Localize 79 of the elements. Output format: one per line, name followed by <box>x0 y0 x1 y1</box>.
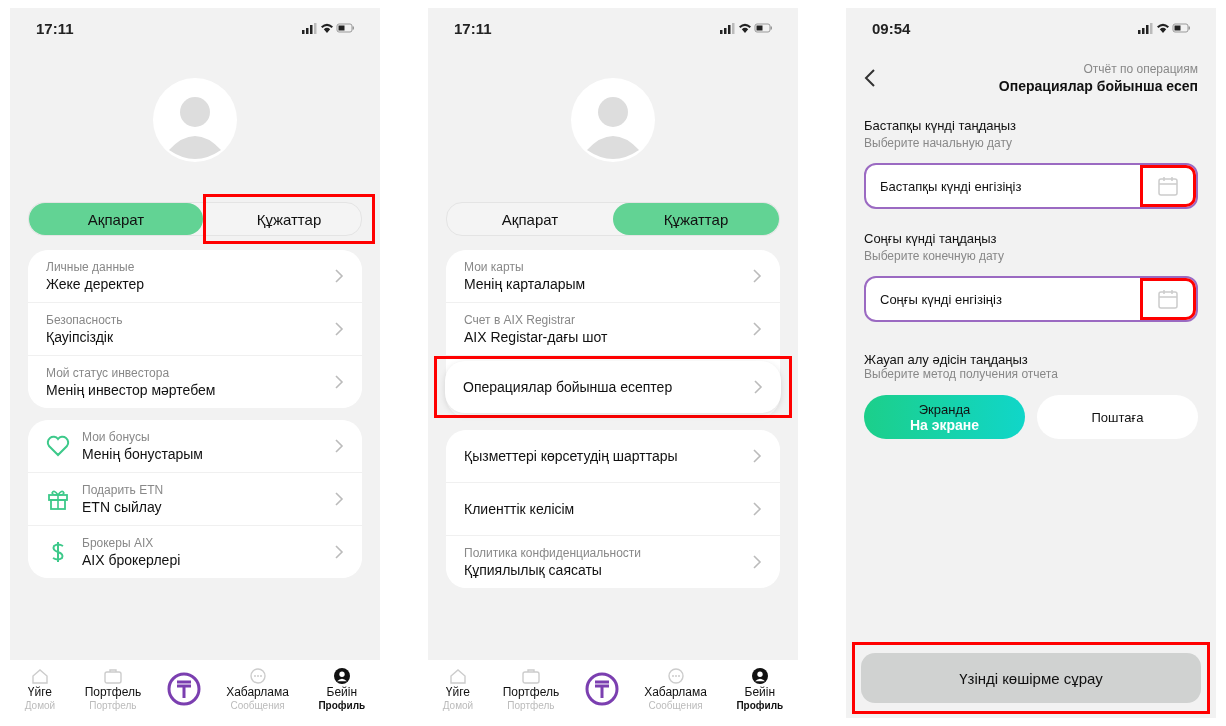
option-button[interactable]: Поштаға <box>1037 395 1198 439</box>
item-label-russian: Мои карты <box>464 260 525 274</box>
chevron-right-icon <box>334 544 344 560</box>
section-label: Жауап алу әдісін таңдаңыз <box>864 352 1029 367</box>
item-label: AIX Registar-дағы шот <box>464 329 609 345</box>
nav-tab[interactable]: Портфель Портфель <box>80 665 146 713</box>
nav-tab[interactable]: Үйге Домой <box>20 665 60 713</box>
chevron-right-icon <box>334 321 344 337</box>
item-label-russian: Безопасность <box>46 313 124 327</box>
tab[interactable]: Құжаттар <box>208 203 370 235</box>
menu-item[interactable]: Операциялар бойынша есептер <box>445 361 781 413</box>
nav-tab[interactable]: Үйге Домой <box>438 665 478 713</box>
status-icons <box>720 22 772 34</box>
gift-icon <box>46 488 70 510</box>
nav-tab[interactable]: Портфель Портфель <box>498 665 564 713</box>
item-label: Жеке деректер <box>46 276 146 292</box>
chat-bubble-icon <box>248 667 267 684</box>
tab[interactable]: Ақпарат <box>447 203 613 235</box>
item-label: AIX брокерлері <box>82 552 182 568</box>
tab[interactable]: Ақпарат <box>29 203 203 235</box>
tenge-coin-icon[interactable] <box>584 672 619 706</box>
date-field[interactable]: Бастапқы күнді енгізіңіз <box>864 163 1198 209</box>
home-icon <box>448 667 467 684</box>
person-icon <box>750 667 769 684</box>
field-label: Бастапқы күнді таңдаңыз <box>864 118 1017 133</box>
item-label-russian: Счет в AIX Registrar <box>464 313 576 327</box>
person-icon <box>332 667 351 684</box>
field-label-russian: Выберите начальную дату <box>864 136 1013 150</box>
item-label: Құпиялылық саясаты <box>464 562 603 578</box>
status-time: 17:11 <box>454 19 492 37</box>
date-input[interactable]: Соңғы күнді енгізіңіз <box>878 278 1140 320</box>
chevron-right-icon <box>752 321 762 337</box>
item-label: Менің бонустарым <box>82 446 204 462</box>
home-icon <box>30 667 49 684</box>
briefcase-icon <box>521 667 540 684</box>
chevron-right-icon <box>752 448 762 464</box>
chevron-right-icon <box>752 554 762 570</box>
chevron-right-icon <box>334 438 344 454</box>
date-input[interactable]: Бастапқы күнді енгізіңіз <box>878 165 1140 207</box>
item-label-russian: Личные данные <box>46 260 136 274</box>
item-label-russian: Мои бонусы <box>82 430 151 444</box>
briefcase-icon <box>103 667 122 684</box>
chevron-right-icon <box>334 491 344 507</box>
item-label: Клиенттік келісім <box>464 501 576 517</box>
section-label-russian: Выберите метод получения отчета <box>864 367 1059 381</box>
item-label: Менің инвестор мәртебем <box>46 382 217 398</box>
nav-tab[interactable]: Хабарлама Сообщения <box>640 665 711 713</box>
item-label-russian: Подарить ETN <box>82 483 165 497</box>
item-label-russian: Мой статус инвестора <box>46 366 171 380</box>
status-time: 09:54 <box>872 19 911 37</box>
item-label: ETN сыйлау <box>82 499 163 515</box>
item-label-russian: Брокеры AIX <box>82 536 155 550</box>
chevron-right-icon <box>753 379 763 395</box>
chevron-right-icon <box>334 374 344 390</box>
item-label: Қызметтері көрсетудің шарттары <box>464 448 679 464</box>
tab[interactable]: Құжаттар <box>613 203 779 235</box>
chevron-right-icon <box>334 268 344 284</box>
chat-bubble-icon <box>666 667 685 684</box>
screen-title: Операциялар бойынша есеп <box>998 78 1198 94</box>
option-button[interactable]: Экранда На экране <box>864 395 1025 439</box>
screen-title-russian: Отчёт по операциям <box>1083 62 1198 76</box>
item-label: Қауіпсіздік <box>46 329 115 345</box>
date-field[interactable]: Соңғы күнді енгізіңіз <box>864 276 1198 322</box>
field-label-russian: Выберите конечную дату <box>864 249 1005 263</box>
chevron-right-icon <box>752 268 762 284</box>
heart-icon <box>46 435 70 457</box>
item-label-russian: Политика конфиденциальности <box>464 546 643 560</box>
status-icons <box>302 22 354 34</box>
nav-tab[interactable]: Хабарлама Сообщения <box>222 665 293 713</box>
status-time: 17:11 <box>36 19 74 37</box>
status-icons <box>1138 22 1190 34</box>
chevron-right-icon <box>752 501 762 517</box>
nav-tab[interactable]: Бейін Профиль <box>314 665 370 713</box>
item-label: Операциялар бойынша есептер <box>463 379 674 395</box>
tenge-coin-icon[interactable] <box>166 672 201 706</box>
back-icon[interactable] <box>864 68 876 88</box>
nav-tab[interactable]: Бейін Профиль <box>732 665 788 713</box>
field-label: Соңғы күнді таңдаңыз <box>864 231 998 246</box>
item-label: Менің карталарым <box>464 276 587 292</box>
